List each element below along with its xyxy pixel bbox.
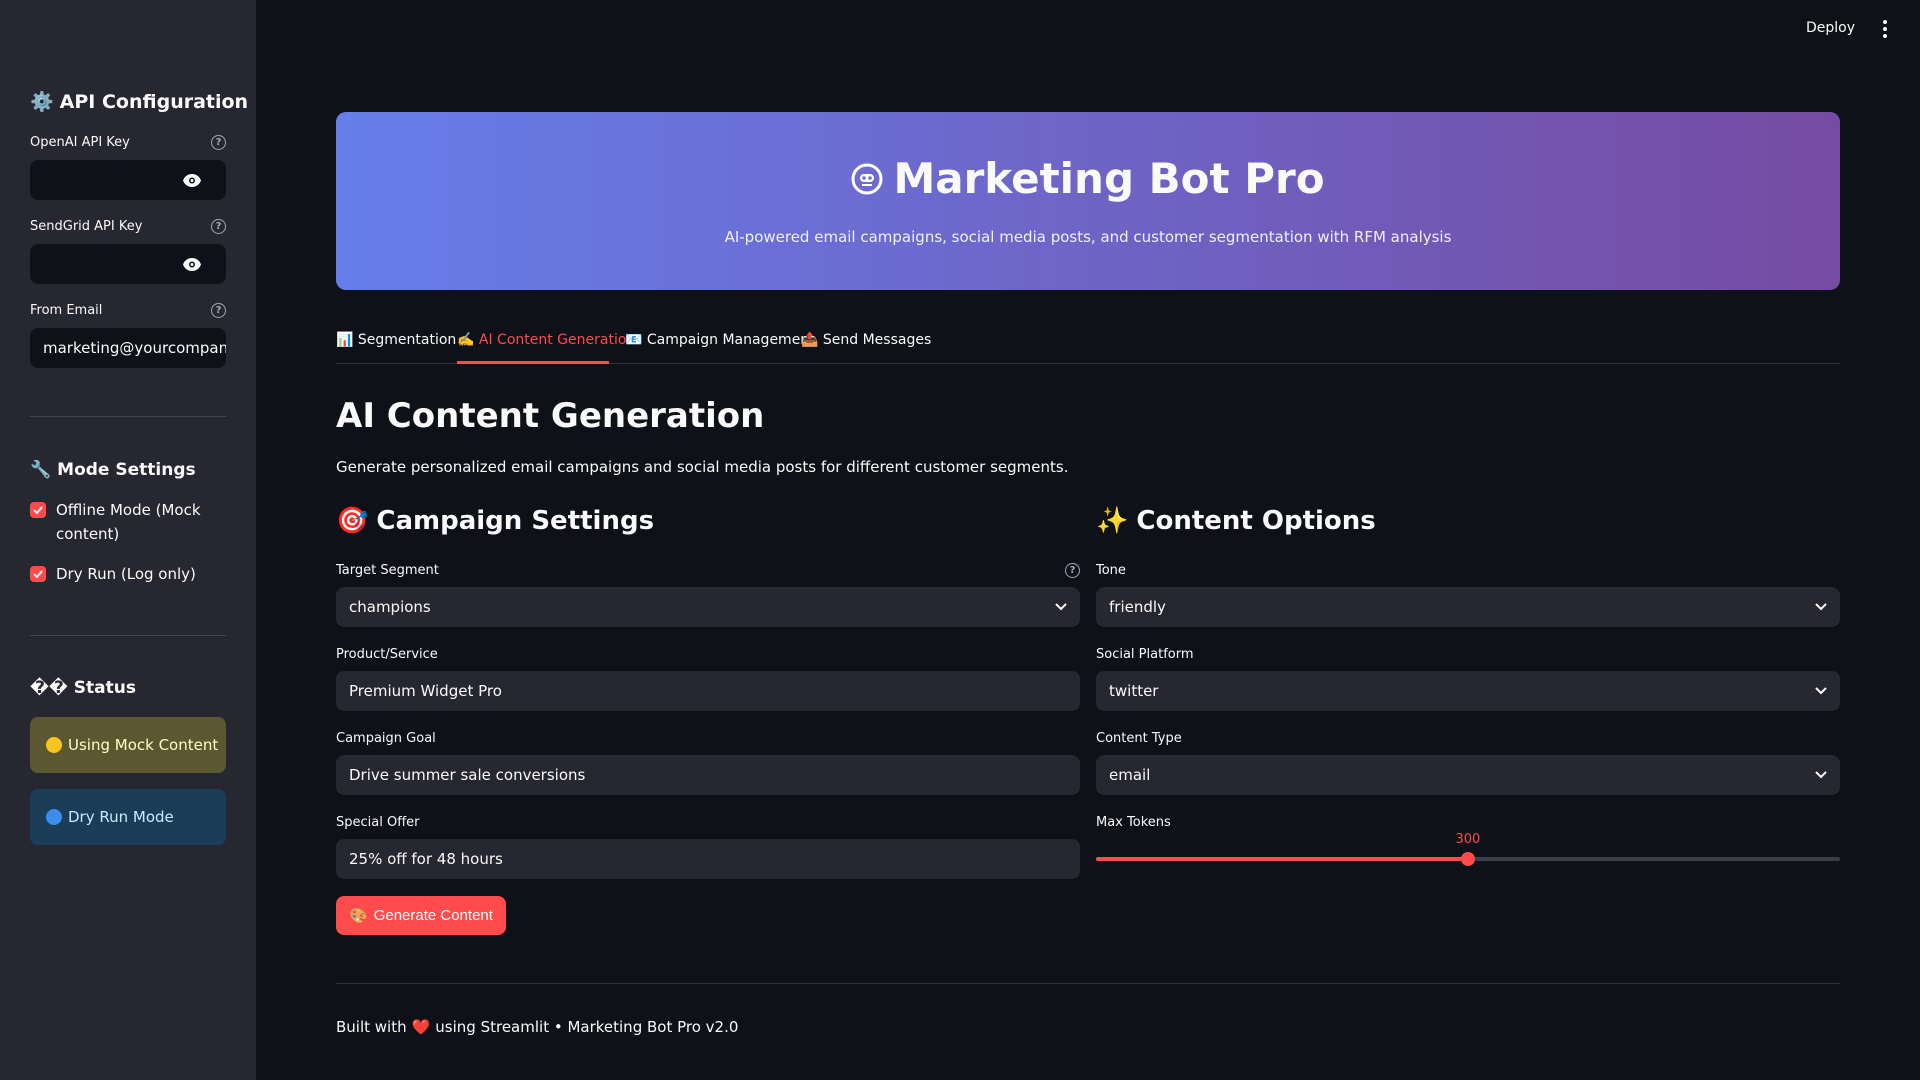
tab-campaign-management[interactable]: 📧 Campaign Management: [625, 332, 815, 348]
campaign-settings-heading: 🎯 Campaign Settings: [336, 506, 655, 536]
sendgrid-key-label: SendGrid API Key ?: [30, 219, 226, 234]
wrench-icon: 🔧: [30, 460, 52, 480]
tab-send-messages[interactable]: 📤 Send Messages: [801, 332, 931, 348]
tab-ai-content-generation[interactable]: ✍️ AI Content Generation: [457, 332, 635, 348]
footer: Built with ❤️ using Streamlit • Marketin…: [336, 1018, 739, 1036]
product-label: Product/Service: [336, 647, 438, 662]
palette-icon: 🎨: [349, 907, 368, 925]
from-email-label: From Email ?: [30, 303, 226, 318]
mode-settings-heading: 🔧 Mode Settings: [30, 460, 196, 480]
status-mock-content: Using Mock Content: [30, 717, 226, 773]
social-platform-select[interactable]: twitter: [1096, 671, 1840, 711]
generate-content-button[interactable]: 🎨 Generate Content: [336, 896, 506, 935]
email-icon: 📧: [625, 332, 643, 348]
chevron-down-icon: [1055, 603, 1067, 611]
writing-hand-icon: ✍️: [457, 332, 475, 348]
checkmark-icon[interactable]: [30, 566, 46, 582]
max-tokens-label: Max Tokens: [1096, 815, 1171, 830]
campaign-goal-label: Campaign Goal: [336, 731, 436, 746]
gear-icon: ⚙️: [30, 91, 54, 113]
api-config-heading: ⚙️ API Configuration: [30, 90, 249, 114]
content-type-label: Content Type: [1096, 731, 1182, 746]
sparkles-icon: ✨: [1096, 506, 1129, 536]
social-platform-label: Social Platform: [1096, 647, 1194, 662]
tab-bar: 📊 Segmentation ✍️ AI Content Generation …: [336, 330, 1840, 364]
target-segment-label: Target Segment ?: [336, 563, 1080, 578]
help-icon[interactable]: ?: [211, 303, 226, 318]
hero-subtitle: AI-powered email campaigns, social media…: [724, 228, 1452, 246]
sidebar: ⚙️ API Configuration OpenAI API Key ? Se…: [0, 0, 256, 1080]
special-offer-input[interactable]: 25% off for 48 hours: [336, 839, 1080, 879]
max-tokens-slider[interactable]: [1096, 852, 1840, 866]
outbox-icon: 📤: [801, 332, 819, 348]
yellow-circle-icon: [46, 737, 62, 753]
sidebar-divider: [30, 416, 226, 417]
page-title: Marketing Bot Pro: [336, 154, 1840, 203]
eye-icon[interactable]: [183, 258, 201, 271]
heart-icon: ❤️: [411, 1018, 431, 1036]
chevron-down-icon: [1815, 687, 1827, 695]
blue-circle-icon: [46, 809, 62, 825]
robot-icon: [851, 163, 883, 194]
product-input[interactable]: Premium Widget Pro: [336, 671, 1080, 711]
status-heading: �� Status: [30, 678, 136, 698]
campaign-goal-input[interactable]: Drive summer sale conversions: [336, 755, 1080, 795]
tone-label: Tone: [1096, 563, 1126, 578]
special-offer-label: Special Offer: [336, 815, 420, 830]
section-title: AI Content Generation: [336, 396, 765, 436]
help-icon[interactable]: ?: [211, 219, 226, 234]
section-description: Generate personalized email campaigns an…: [336, 458, 1069, 476]
help-icon[interactable]: ?: [1065, 563, 1080, 578]
sidebar-divider: [30, 635, 226, 636]
status-dry-run: Dry Run Mode: [30, 789, 226, 845]
offline-mode-checkbox[interactable]: Offline Mode (Mock content): [30, 498, 226, 546]
deploy-button[interactable]: Deploy: [1806, 20, 1855, 36]
target-segment-select[interactable]: champions: [336, 587, 1080, 627]
active-tab-indicator: [457, 361, 609, 364]
slider-fill: [1096, 857, 1468, 861]
from-email-input[interactable]: marketing@yourcompany.com: [30, 328, 226, 368]
checkmark-icon[interactable]: [30, 502, 46, 518]
dry-run-checkbox[interactable]: Dry Run (Log only): [30, 562, 226, 586]
bar-chart-icon: 📊: [336, 332, 354, 348]
main-menu-icon[interactable]: [1882, 20, 1888, 38]
hero-banner: Marketing Bot Pro AI-powered email campa…: [336, 112, 1840, 290]
slider-thumb[interactable]: [1461, 852, 1475, 866]
max-tokens-value: 300: [1455, 832, 1481, 847]
chevron-down-icon: [1815, 603, 1827, 611]
openai-key-label: OpenAI API Key ?: [30, 135, 226, 150]
tab-segmentation[interactable]: 📊 Segmentation: [336, 332, 456, 348]
content-type-select[interactable]: email: [1096, 755, 1840, 795]
footer-divider: [336, 983, 1840, 984]
tone-select[interactable]: friendly: [1096, 587, 1840, 627]
help-icon[interactable]: ?: [211, 135, 226, 150]
content-options-heading: ✨ Content Options: [1096, 506, 1376, 536]
eye-icon[interactable]: [183, 174, 201, 187]
chevron-down-icon: [1815, 771, 1827, 779]
target-icon: 🎯: [336, 506, 369, 536]
